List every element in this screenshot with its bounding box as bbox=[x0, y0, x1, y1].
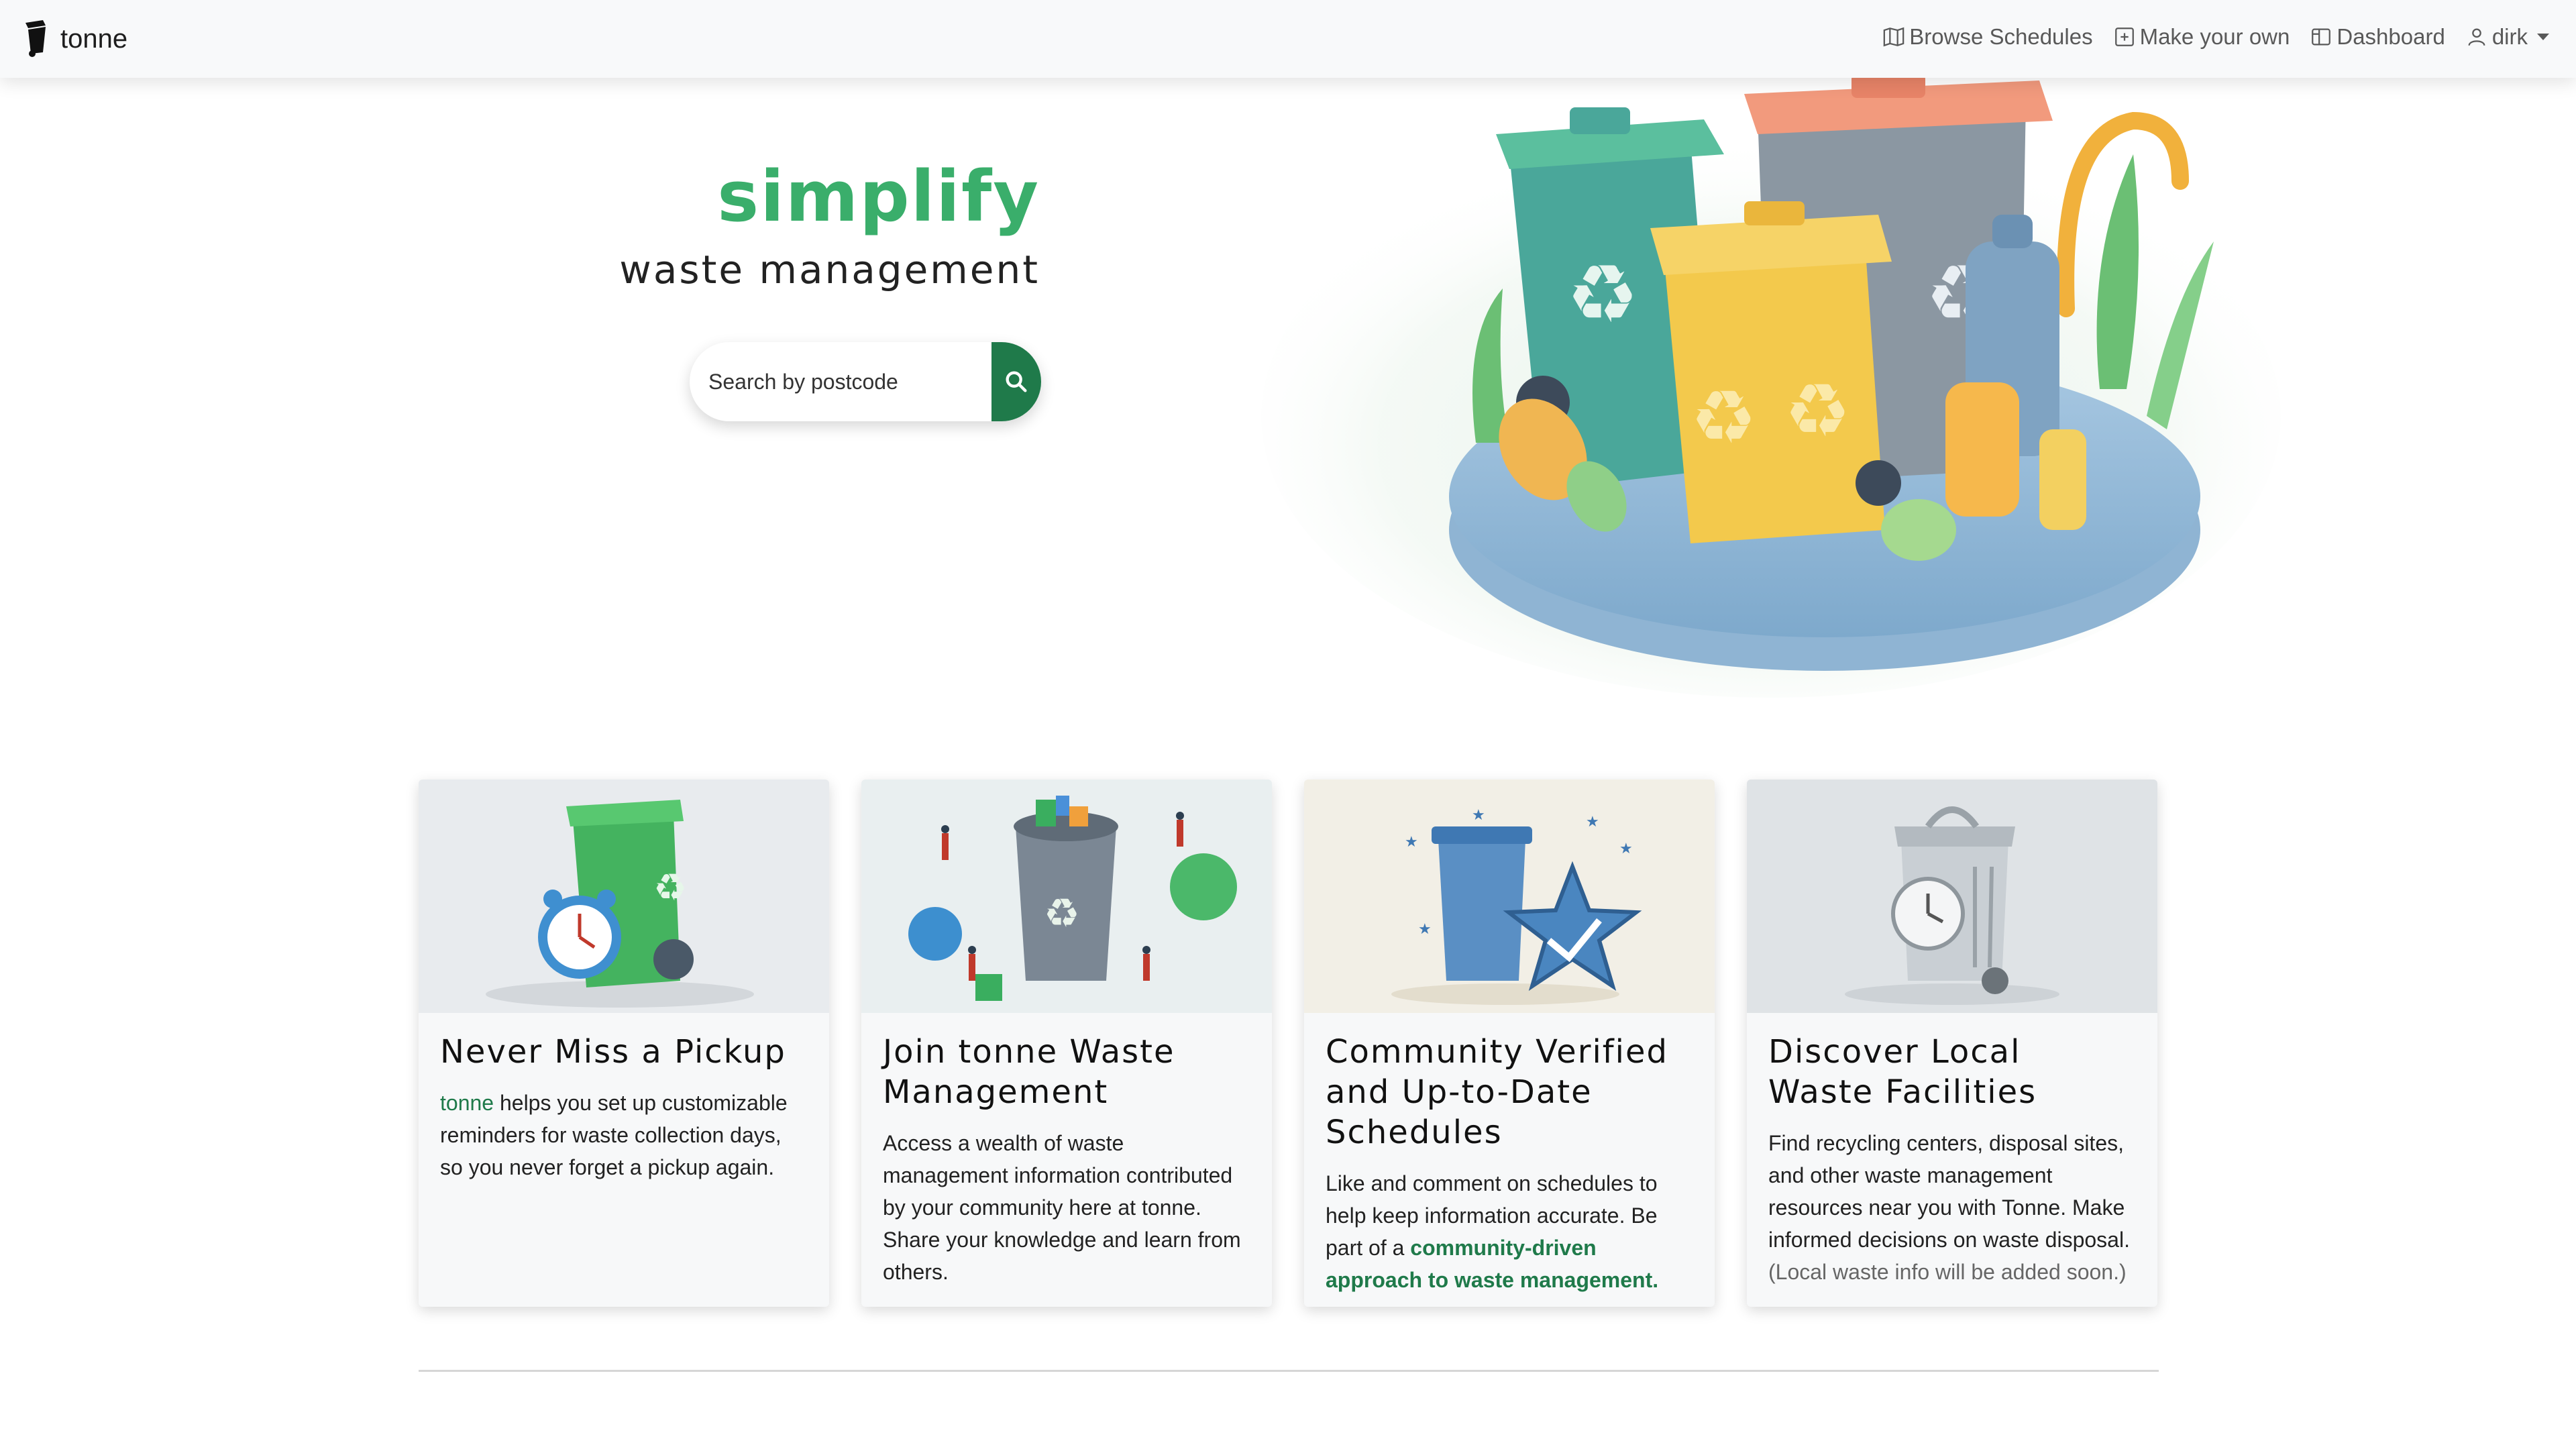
nav-dashboard-label: Dashboard bbox=[2337, 24, 2445, 49]
svg-text:★: ★ bbox=[1418, 921, 1432, 938]
postcode-search-input[interactable] bbox=[690, 342, 991, 421]
card-image-bin-star: ★ ★ ★ ★ ★ bbox=[1304, 780, 1715, 1013]
nav-make-your-own[interactable]: Make your own bbox=[2113, 24, 2290, 50]
card-never-miss-pickup: ♻ Never Miss a Pickup tonne helps you se… bbox=[419, 780, 829, 1307]
card-text: Access a wealth of waste management info… bbox=[883, 1131, 1241, 1284]
card-image-bin-clock: ♻ bbox=[419, 780, 829, 1013]
card-text: Like and comment on schedules to help ke… bbox=[1326, 1167, 1693, 1296]
card-title: Discover Local Waste Facilities bbox=[1768, 1033, 2037, 1111]
card-text: tonne helps you set up customizable remi… bbox=[440, 1087, 808, 1183]
navbar: tonne Browse Schedules Make your own Das… bbox=[0, 0, 2576, 78]
card-note: (Local waste info will be added soon.) bbox=[1768, 1260, 2127, 1284]
nav-browse-schedules[interactable]: Browse Schedules bbox=[1882, 24, 2093, 50]
card-title: Community Verified and Up-to-Date Schedu… bbox=[1326, 1033, 1669, 1151]
hero-subtitle: waste management bbox=[619, 247, 1040, 292]
search-button[interactable] bbox=[991, 342, 1041, 421]
card-title: Join tonne Waste Management bbox=[883, 1033, 1175, 1111]
card-community-verified: ★ ★ ★ ★ ★ Community Verified and Up-to-Date … bbox=[1304, 780, 1715, 1307]
postcode-search-form bbox=[690, 342, 1041, 421]
user-icon bbox=[2468, 28, 2485, 46]
svg-text:♻: ♻ bbox=[653, 866, 687, 910]
card-join-tonne: ♻ Join tonne Waste Management Access a w… bbox=[861, 780, 1272, 1307]
trash-bin-logo-icon bbox=[25, 20, 46, 57]
card-title: Never Miss a Pickup bbox=[440, 1033, 786, 1071]
user-menu-dropdown[interactable]: dirk bbox=[2465, 24, 2549, 50]
card-text-body: Find recycling centers, disposal sites, … bbox=[1768, 1131, 2130, 1252]
nav-browse-schedules-label: Browse Schedules bbox=[1909, 24, 2093, 49]
nav-make-your-own-label: Make your own bbox=[2139, 24, 2290, 49]
brand-name: tonne bbox=[60, 23, 128, 54]
user-name: dirk bbox=[2491, 24, 2528, 49]
brand-mention: tonne bbox=[440, 1091, 494, 1115]
map-icon bbox=[1883, 27, 1904, 47]
plus-square-icon bbox=[2114, 28, 2134, 46]
search-icon bbox=[1006, 371, 1027, 392]
svg-text:♻: ♻ bbox=[1784, 368, 1851, 453]
card-text: Find recycling centers, disposal sites, … bbox=[1768, 1127, 2136, 1288]
card-image-community-bin: ♻ bbox=[861, 780, 1272, 1013]
svg-text:♻: ♻ bbox=[1566, 248, 1639, 341]
feature-cards: ♻ Never Miss a Pickup tonne helps you se… bbox=[419, 780, 2159, 1307]
brand[interactable]: tonne bbox=[23, 17, 127, 60]
card-image-bin-clock-grey bbox=[1747, 780, 2157, 1013]
section-divider bbox=[419, 1370, 2159, 1372]
svg-text:♻: ♻ bbox=[1690, 374, 1757, 460]
nav-dashboard[interactable]: Dashboard bbox=[2310, 24, 2445, 50]
svg-text:★: ★ bbox=[1472, 807, 1485, 824]
nav-links: Browse Schedules Make your own Dashboard… bbox=[1862, 24, 2549, 50]
chevron-down-icon bbox=[2537, 34, 2549, 40]
hero-title: simplify bbox=[717, 156, 1040, 237]
hero-illustration: ♻ ♻ ♻ ♻ bbox=[1261, 74, 2281, 698]
layout-icon bbox=[2312, 28, 2331, 46]
svg-text:★: ★ bbox=[1586, 814, 1599, 830]
card-local-facilities: Discover Local Waste Facilities Find rec… bbox=[1747, 780, 2157, 1307]
svg-text:★: ★ bbox=[1619, 841, 1633, 857]
svg-text:♻: ♻ bbox=[1044, 890, 1080, 937]
svg-text:★: ★ bbox=[1405, 834, 1418, 851]
